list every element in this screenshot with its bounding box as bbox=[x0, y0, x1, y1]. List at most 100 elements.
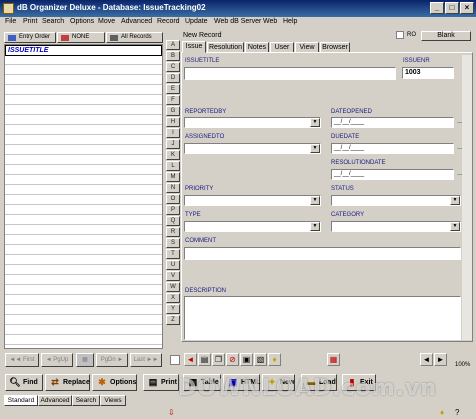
blank-button[interactable]: Blank bbox=[421, 31, 471, 41]
pgup-button[interactable]: ◄ PgUp bbox=[41, 353, 73, 367]
issuetitle-field[interactable] bbox=[184, 67, 396, 80]
tab-views[interactable]: Views bbox=[100, 395, 126, 406]
letter-c-button[interactable]: C bbox=[166, 62, 180, 72]
category-field[interactable]: ▼ bbox=[331, 221, 461, 232]
lightbulb-icon[interactable]: ♦ bbox=[268, 353, 281, 366]
chevron-down-icon[interactable]: ▼ bbox=[310, 196, 320, 205]
letter-p-button[interactable]: P bbox=[166, 205, 180, 215]
letter-w-button[interactable]: W bbox=[166, 282, 180, 292]
copy-icon[interactable]: ❐ bbox=[212, 353, 225, 366]
find-button[interactable]: 🔍︎ Find bbox=[5, 374, 43, 391]
menu-move[interactable]: Move bbox=[98, 18, 115, 25]
menu-web-db-server[interactable]: Web dB Server bbox=[214, 18, 261, 25]
color-grid-icon[interactable]: ▦ bbox=[76, 353, 94, 367]
letter-o-button[interactable]: O bbox=[166, 194, 180, 204]
form-scrollbar[interactable] bbox=[462, 55, 472, 340]
entry-order-tab[interactable]: Entry Order bbox=[4, 32, 56, 43]
menu-update[interactable]: Update bbox=[185, 18, 208, 25]
letter-q-button[interactable]: Q bbox=[166, 216, 180, 226]
menu-options[interactable]: Options bbox=[70, 18, 94, 25]
assignedto-label: ASSIGNEDTO bbox=[185, 134, 225, 140]
close-button[interactable]: × bbox=[460, 2, 474, 14]
priority-label: PRIORITY bbox=[185, 186, 214, 192]
record-action-icon[interactable]: ▦ bbox=[327, 353, 340, 366]
menu-search[interactable]: Search bbox=[42, 18, 64, 25]
replace-icon: ⇄ bbox=[51, 377, 59, 387]
letter-x-button[interactable]: X bbox=[166, 293, 180, 303]
last-button[interactable]: Last ►► bbox=[130, 353, 162, 367]
replace-button[interactable]: ⇄ Replace bbox=[45, 374, 90, 391]
none-tab[interactable]: NONE bbox=[57, 32, 105, 43]
print-icon[interactable]: ▤ bbox=[198, 353, 211, 366]
menu-print[interactable]: Print bbox=[23, 18, 37, 25]
pgdn-button[interactable]: PgDn ► bbox=[96, 353, 128, 367]
reportedby-field[interactable]: ▼ bbox=[184, 117, 321, 128]
menu-record[interactable]: Record bbox=[157, 18, 180, 25]
letter-s-button[interactable]: S bbox=[166, 238, 180, 248]
ro-checkbox[interactable] bbox=[396, 31, 404, 39]
issuenr-field[interactable]: 1003 bbox=[402, 67, 454, 79]
chevron-down-icon[interactable]: ▼ bbox=[310, 222, 320, 231]
select-checkbox[interactable] bbox=[170, 355, 180, 365]
type-field[interactable]: ▼ bbox=[184, 221, 321, 232]
dateopened-label: DATEOPENED bbox=[331, 109, 372, 115]
resolutiondate-field[interactable]: __/__/____… bbox=[331, 169, 463, 180]
stop-icon[interactable]: ⊘ bbox=[226, 353, 239, 366]
menu-help[interactable]: Help bbox=[283, 18, 297, 25]
printer-icon: ▤ bbox=[148, 377, 158, 387]
status-field[interactable]: ▼ bbox=[331, 195, 461, 206]
prev-record-icon[interactable]: ◄ bbox=[420, 353, 433, 366]
minimize-button[interactable]: _ bbox=[430, 2, 444, 14]
options-button[interactable]: ✱ Options bbox=[92, 374, 137, 391]
letter-k-button[interactable]: K bbox=[166, 150, 180, 160]
letter-v-button[interactable]: V bbox=[166, 271, 180, 281]
list-header[interactable]: ISSUETITLE bbox=[5, 45, 162, 56]
chevron-down-icon[interactable]: ▼ bbox=[450, 222, 460, 231]
letter-m-button[interactable]: M bbox=[166, 172, 180, 182]
paste-icon[interactable]: ▧ bbox=[254, 353, 267, 366]
letter-l-button[interactable]: L bbox=[166, 161, 180, 171]
duedate-field[interactable]: __/__/____… bbox=[331, 143, 463, 154]
letter-e-button[interactable]: E bbox=[166, 84, 180, 94]
maximize-button[interactable]: □ bbox=[445, 2, 459, 14]
chevron-down-icon[interactable]: ▼ bbox=[310, 144, 320, 153]
letter-y-button[interactable]: Y bbox=[166, 304, 180, 314]
menu-file[interactable]: File bbox=[5, 18, 16, 25]
assignedto-field[interactable]: ▼ bbox=[184, 143, 321, 154]
letter-r-button[interactable]: R bbox=[166, 227, 180, 237]
next-record-icon[interactable]: ► bbox=[434, 353, 447, 366]
tab-issue[interactable]: Issue bbox=[182, 41, 206, 53]
description-field[interactable] bbox=[184, 296, 461, 340]
letter-d-button[interactable]: D bbox=[166, 73, 180, 83]
back-arrow-icon[interactable]: ◄ bbox=[184, 353, 197, 366]
comment-field[interactable] bbox=[184, 247, 461, 260]
dateopened-field[interactable]: __/__/____… bbox=[331, 117, 463, 128]
letter-n-button[interactable]: N bbox=[166, 183, 180, 193]
letter-t-button[interactable]: T bbox=[166, 249, 180, 259]
priority-field[interactable]: ▼ bbox=[184, 195, 321, 206]
letter-f-button[interactable]: F bbox=[166, 95, 180, 105]
all-records-tab[interactable]: All Records bbox=[106, 32, 163, 43]
letter-h-button[interactable]: H bbox=[166, 117, 180, 127]
print-button[interactable]: ▤ Print bbox=[143, 374, 179, 391]
letter-j-button[interactable]: J bbox=[166, 139, 180, 149]
app-icon bbox=[3, 3, 14, 14]
save-icon[interactable]: ▣ bbox=[240, 353, 253, 366]
tab-advanced[interactable]: Advanced bbox=[38, 395, 72, 406]
options-icon: ✱ bbox=[98, 377, 106, 387]
tab-search[interactable]: Search bbox=[72, 395, 100, 406]
records-list[interactable] bbox=[4, 44, 163, 349]
menu-advanced[interactable]: Advanced bbox=[121, 18, 152, 25]
tab-standard[interactable]: Standard bbox=[4, 395, 38, 406]
menu-web[interactable]: Web bbox=[263, 18, 277, 25]
letter-u-button[interactable]: U bbox=[166, 260, 180, 270]
letter-z-button[interactable]: Z bbox=[166, 315, 180, 325]
chevron-down-icon[interactable]: ▼ bbox=[310, 118, 320, 127]
letter-b-button[interactable]: B bbox=[166, 51, 180, 61]
letter-a-button[interactable]: A bbox=[166, 40, 180, 50]
letter-g-button[interactable]: G bbox=[166, 106, 180, 116]
letter-i-button[interactable]: I bbox=[166, 128, 180, 138]
first-button[interactable]: ◄◄ First bbox=[5, 353, 39, 367]
category-label: CATEGORY bbox=[331, 212, 365, 218]
chevron-down-icon[interactable]: ▼ bbox=[450, 196, 460, 205]
